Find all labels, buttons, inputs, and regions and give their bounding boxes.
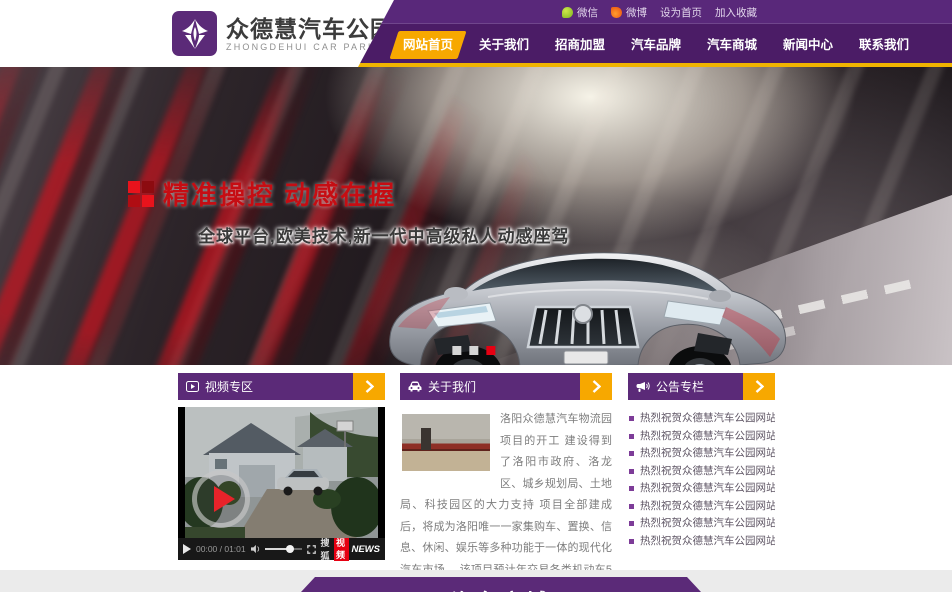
weibo-icon (611, 7, 622, 18)
logo[interactable]: 众德慧汽车公园 ZHONGDEHUI CAR PARK (0, 0, 394, 67)
footer-strip: 汽车商城 (0, 570, 952, 592)
chevron-right-icon (592, 380, 601, 393)
nav-item-mall[interactable]: 汽车商城 (694, 31, 770, 59)
footer-heading: 汽车商城 (301, 585, 701, 592)
play-icon[interactable] (183, 544, 191, 554)
site-header: 微信 微博 设为首页 加入收藏 网站首页 关于我们 招商加盟 汽车品牌 汽车商城… (0, 0, 952, 67)
video-section-header: 视频专区 (178, 373, 385, 400)
carousel-dots (452, 346, 495, 355)
nav-item-label: 新闻中心 (783, 38, 833, 52)
carousel-dot-1[interactable] (452, 346, 461, 355)
megaphone-icon (636, 381, 650, 393)
notice-section-title: 公告专栏 (656, 378, 704, 395)
video-time: 00:00 / 01:01 (196, 544, 246, 554)
video-icon (186, 381, 199, 392)
about-section-title: 关于我们 (428, 378, 476, 395)
nav-item-contact[interactable]: 联系我们 (846, 31, 922, 59)
notice-item[interactable]: 热烈祝贺众德慧汽车公园网站开通了！ (628, 410, 775, 428)
weibo-label: 微博 (626, 5, 647, 20)
wechat-label: 微信 (577, 5, 598, 20)
wechat-icon (562, 7, 573, 18)
video-more-button[interactable] (353, 373, 385, 400)
site-title: 众德慧汽车公园 (226, 16, 394, 42)
video-section-title: 视频专区 (205, 378, 253, 395)
wechat-link[interactable]: 微信 (562, 5, 598, 20)
video-screen (178, 407, 385, 538)
notice-item[interactable]: 热烈祝贺众德慧汽车公园网站开通了！ (628, 498, 775, 516)
video-section: 视频专区 (178, 373, 385, 560)
logo-lotus-icon (172, 11, 217, 56)
nav-item-join[interactable]: 招商加盟 (542, 31, 618, 59)
nav-item-news[interactable]: 新闻中心 (770, 31, 846, 59)
hero-copy: 精准操控 动感在握 全球平台,欧美技术,新一代中高级私人动感座驾 (128, 175, 569, 247)
notice-item[interactable]: 热烈祝贺众德慧汽车公园网站开通了！ (628, 428, 775, 446)
notice-item[interactable]: 热烈祝贺众德慧汽车公园网站开通了！ (628, 533, 775, 551)
notice-section: 公告专栏 热烈祝贺众德慧汽车公园网站开通了！ 热烈祝贺众德慧汽车公园网站开通了！… (628, 373, 775, 550)
footer-banner: 汽车商城 (301, 577, 701, 592)
notice-list: 热烈祝贺众德慧汽车公园网站开通了！ 热烈祝贺众德慧汽车公园网站开通了！ 热烈祝贺… (628, 410, 775, 550)
nav-item-label: 网站首页 (403, 38, 453, 52)
bullet-icon (629, 451, 634, 456)
notice-item[interactable]: 热烈祝贺众德慧汽车公园网站开通了！ (628, 515, 775, 533)
hero-subtitle: 全球平台,欧美技术,新一代中高级私人动感座驾 (198, 222, 569, 247)
notice-section-header: 公告专栏 (628, 373, 775, 400)
bullet-icon (629, 416, 634, 421)
sohu-video-logo: 搜狐 视频 NEWS (321, 536, 380, 562)
slider-knob[interactable] (286, 545, 294, 553)
site-subtitle: ZHONGDEHUI CAR PARK (226, 42, 394, 52)
chevron-right-icon (755, 380, 764, 393)
nav-item-label: 联系我们 (859, 38, 909, 52)
nav-item-label: 汽车商城 (707, 38, 757, 52)
about-section-header: 关于我们 (400, 373, 612, 400)
main-nav: 网站首页 关于我们 招商加盟 汽车品牌 汽车商城 新闻中心 联系我们 (390, 26, 922, 63)
page: 微信 微博 设为首页 加入收藏 网站首页 关于我们 招商加盟 汽车品牌 汽车商城… (0, 0, 952, 592)
play-button-overlay[interactable] (192, 470, 250, 528)
nav-item-label: 招商加盟 (555, 38, 605, 52)
red-grid-icon (128, 181, 154, 207)
sohu-text: 搜狐 (321, 536, 332, 562)
bullet-icon (629, 521, 634, 526)
shipin-badge: 视频 (334, 537, 349, 561)
nav-item-label: 关于我们 (479, 38, 529, 52)
about-more-button[interactable] (580, 373, 612, 400)
chevron-right-icon (365, 380, 374, 393)
car-icon (408, 381, 422, 392)
nav-item-label: 汽车品牌 (631, 38, 681, 52)
bullet-icon (629, 469, 634, 474)
nav-item-home[interactable]: 网站首页 (390, 31, 466, 59)
volume-icon[interactable] (251, 544, 261, 554)
notice-item[interactable]: 热烈祝贺众德慧汽车公园网站开通了！ (628, 480, 775, 498)
add-favorite-link[interactable]: 加入收藏 (715, 5, 757, 20)
hero-banner[interactable]: 精准操控 动感在握 全球平台,欧美技术,新一代中高级私人动感座驾 (0, 67, 952, 365)
set-home-link[interactable]: 设为首页 (660, 5, 702, 20)
video-player[interactable]: 00:00 / 01:01 搜狐 视频 NEWS (178, 407, 385, 560)
notice-item[interactable]: 热烈祝贺众德慧汽车公园网站开通了！ (628, 445, 775, 463)
about-photo (402, 414, 490, 471)
about-body: 洛阳众德慧汽车物流园项目的开工 建设得到了洛阳市政府、洛龙区、城乡规划局、土地局… (400, 409, 612, 592)
play-icon (214, 486, 235, 512)
notice-more-button[interactable] (743, 373, 775, 400)
bullet-icon (629, 486, 634, 491)
fullscreen-icon[interactable] (307, 544, 316, 555)
logo-text: 众德慧汽车公园 ZHONGDEHUI CAR PARK (226, 16, 394, 52)
nav-item-about[interactable]: 关于我们 (466, 31, 542, 59)
nav-item-brands[interactable]: 汽车品牌 (618, 31, 694, 59)
news-text: NEWS (351, 544, 380, 555)
about-section: 关于我们 洛阳众德慧汽车物流园项目的开工 建设得到了洛阳市政府、洛龙区、城乡规划… (400, 373, 612, 592)
content-area: 视频专区 (178, 365, 775, 570)
topbar-links: 微信 微博 设为首页 加入收藏 (562, 0, 757, 24)
weibo-link[interactable]: 微博 (611, 5, 647, 20)
video-controls: 00:00 / 01:01 搜狐 视频 NEWS (178, 538, 385, 560)
hero-title: 精准操控 动感在握 (163, 175, 396, 212)
notice-item[interactable]: 热烈祝贺众德慧汽车公园网站开通了！ (628, 463, 775, 481)
carousel-dot-2[interactable] (469, 346, 478, 355)
bullet-icon (629, 434, 634, 439)
bullet-icon (629, 539, 634, 544)
volume-slider[interactable] (265, 548, 301, 550)
carousel-dot-3[interactable] (486, 346, 495, 355)
bullet-icon (629, 504, 634, 509)
